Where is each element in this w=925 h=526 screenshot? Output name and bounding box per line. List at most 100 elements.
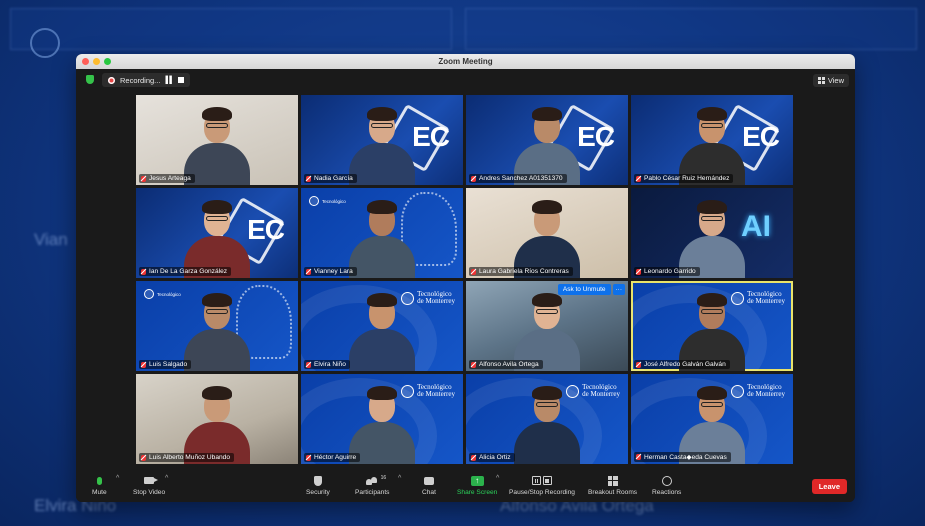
view-label: View	[827, 76, 844, 85]
video-camera-icon	[144, 477, 159, 484]
participant-name-tag: Héctor Aguirre	[304, 453, 361, 462]
muted-microphone-icon	[471, 268, 476, 275]
participant-name: Alfonso Avila Ortega	[479, 361, 539, 368]
more-options-button[interactable]: ···	[612, 284, 625, 295]
participant-video	[182, 105, 252, 185]
share-screen-button[interactable]: ↑ Share Screen	[457, 475, 497, 496]
participants-icon	[366, 476, 378, 485]
participant-tile[interactable]: Tecnológico Vianney Lara	[301, 188, 463, 278]
share-screen-label: Share Screen	[457, 489, 498, 496]
minimize-window-button[interactable]	[93, 58, 100, 65]
participant-tile[interactable]: Jesus Arteaga	[136, 95, 298, 185]
ask-to-unmute-button[interactable]: Ask to Unmute	[557, 284, 611, 295]
breakout-rooms-button[interactable]: Breakout Rooms	[588, 475, 637, 496]
participant-video	[347, 105, 417, 185]
mute-button[interactable]: Mute	[92, 475, 107, 496]
reactions-label: Reactions	[652, 489, 682, 496]
window-title: Zoom Meeting	[438, 57, 493, 66]
tec-logo: Tecnológico	[309, 196, 346, 206]
pause-icon	[531, 476, 541, 485]
muted-microphone-icon	[471, 175, 476, 182]
participant-count: 16	[380, 475, 387, 481]
participant-video	[182, 291, 252, 371]
participant-video	[677, 291, 747, 371]
muted-microphone-icon	[141, 175, 146, 182]
audio-options-caret-icon[interactable]: ^	[116, 475, 119, 482]
muted-microphone-icon	[636, 361, 641, 368]
virtual-background-text: EC	[247, 214, 285, 245]
chat-button[interactable]: Chat	[422, 475, 436, 496]
participant-name: Ian De La Garza González	[149, 268, 228, 275]
muted-microphone-icon	[471, 361, 476, 368]
participant-video	[512, 198, 582, 278]
stop-video-button[interactable]: Stop Video	[133, 475, 165, 496]
security-button[interactable]: Security	[306, 475, 330, 496]
participant-name-tag: Luis Alberto Muñoz Ubando	[139, 453, 235, 462]
participant-video	[182, 198, 252, 278]
virtual-background-text: EC	[742, 121, 780, 152]
stop-recording-icon[interactable]	[178, 77, 185, 83]
virtual-background-text: EC	[577, 121, 615, 152]
encryption-shield-icon[interactable]	[86, 75, 94, 84]
background-tile	[465, 8, 917, 50]
tec-seal-icon	[309, 196, 319, 206]
participant-tile[interactable]: Tecnológico de Monterrey José Alfredo Galv…	[631, 281, 793, 371]
participant-name-tag: Jesus Arteaga	[139, 174, 195, 183]
participant-tile[interactable]: Tecnológico Luis Salgado	[136, 281, 298, 371]
participant-tile[interactable]: EC Ian De La Garza González	[136, 188, 298, 278]
participant-name: Alicia Ortiz	[479, 454, 511, 461]
participant-tile[interactable]: Ask to Unmute ··· Alfonso Avila Ortega	[466, 281, 628, 371]
participant-name: Vianney Lara	[314, 268, 353, 275]
maximize-window-button[interactable]	[104, 58, 111, 65]
share-options-caret-icon[interactable]: ^	[496, 475, 499, 482]
participant-name-tag: Herman Casta◆eda Cuevas	[634, 452, 731, 462]
pause-stop-recording-label: Pause/Stop Recording	[509, 489, 575, 496]
participants-caret-icon[interactable]: ^	[398, 475, 401, 482]
grid-view-icon	[817, 77, 825, 84]
participant-video	[512, 291, 582, 371]
participant-name: Laura Gabriela Ríos Contreras	[479, 268, 569, 275]
participant-name: Pablo César Ruiz Hernández	[644, 175, 730, 182]
participant-tile[interactable]: EC Andres Sanchez A01351370	[466, 95, 628, 185]
share-screen-icon: ↑	[470, 475, 484, 486]
meeting-top-bar: Recording... ▌▌ View	[76, 69, 855, 91]
mute-label: Mute	[92, 489, 107, 496]
participant-tile[interactable]: Tecnológico de Monterrey Héctor Aguirre	[301, 374, 463, 464]
participant-name: José Alfredo Galván Galván	[644, 361, 726, 368]
muted-microphone-icon	[636, 175, 641, 182]
participant-video	[677, 198, 747, 278]
muted-microphone-icon	[141, 454, 146, 461]
participant-name-tag: Alicia Ortiz	[469, 453, 515, 462]
breakout-rooms-icon	[607, 475, 618, 486]
title-bar: Zoom Meeting	[76, 54, 855, 69]
pause-stop-recording-button[interactable]: Pause/Stop Recording	[509, 475, 575, 496]
participant-name-tag: José Alfredo Galván Galván	[634, 360, 730, 369]
gallery-view: Jesus Arteaga EC Nadia García EC Andres Sanc…	[136, 95, 794, 467]
muted-microphone-icon	[141, 268, 146, 275]
participant-video	[512, 384, 582, 464]
participant-tile[interactable]: EC Pablo César Ruiz Hernández	[631, 95, 793, 185]
participant-tile[interactable]: Tecnológico de Monterrey Herman Casta◆eda …	[631, 374, 793, 464]
participant-tile[interactable]: Luis Alberto Muñoz Ubando	[136, 374, 298, 464]
participant-tile[interactable]: Tecnológico de Monterrey Alicia Ortiz	[466, 374, 628, 464]
participant-video	[182, 384, 252, 464]
participant-name-tag: Luis Salgado	[139, 360, 192, 369]
leave-button[interactable]: Leave	[811, 479, 847, 494]
participant-name: Elvira Niño	[314, 361, 346, 368]
participant-tile[interactable]: EC Nadia García	[301, 95, 463, 185]
participant-name: Luis Salgado	[149, 361, 188, 368]
participant-tile[interactable]: Tecnológico de Monterrey Elvira Niño	[301, 281, 463, 371]
participants-button[interactable]: 16 Participants	[355, 475, 389, 496]
video-options-caret-icon[interactable]: ^	[165, 475, 168, 482]
pause-recording-icon[interactable]: ▌▌	[165, 77, 174, 84]
participant-name-tag: Andres Sanchez A01351370	[469, 174, 567, 183]
participant-tile[interactable]: Laura Gabriela Ríos Contreras	[466, 188, 628, 278]
participant-tile[interactable]: AI Leonardo Garrido	[631, 188, 793, 278]
smiley-icon	[661, 475, 672, 486]
view-button[interactable]: View	[812, 74, 849, 87]
stop-icon	[542, 476, 552, 485]
close-window-button[interactable]	[82, 58, 89, 65]
tec-seal-icon	[144, 289, 154, 299]
reactions-button[interactable]: Reactions	[652, 475, 681, 496]
participant-name-tag: Laura Gabriela Ríos Contreras	[469, 267, 573, 276]
